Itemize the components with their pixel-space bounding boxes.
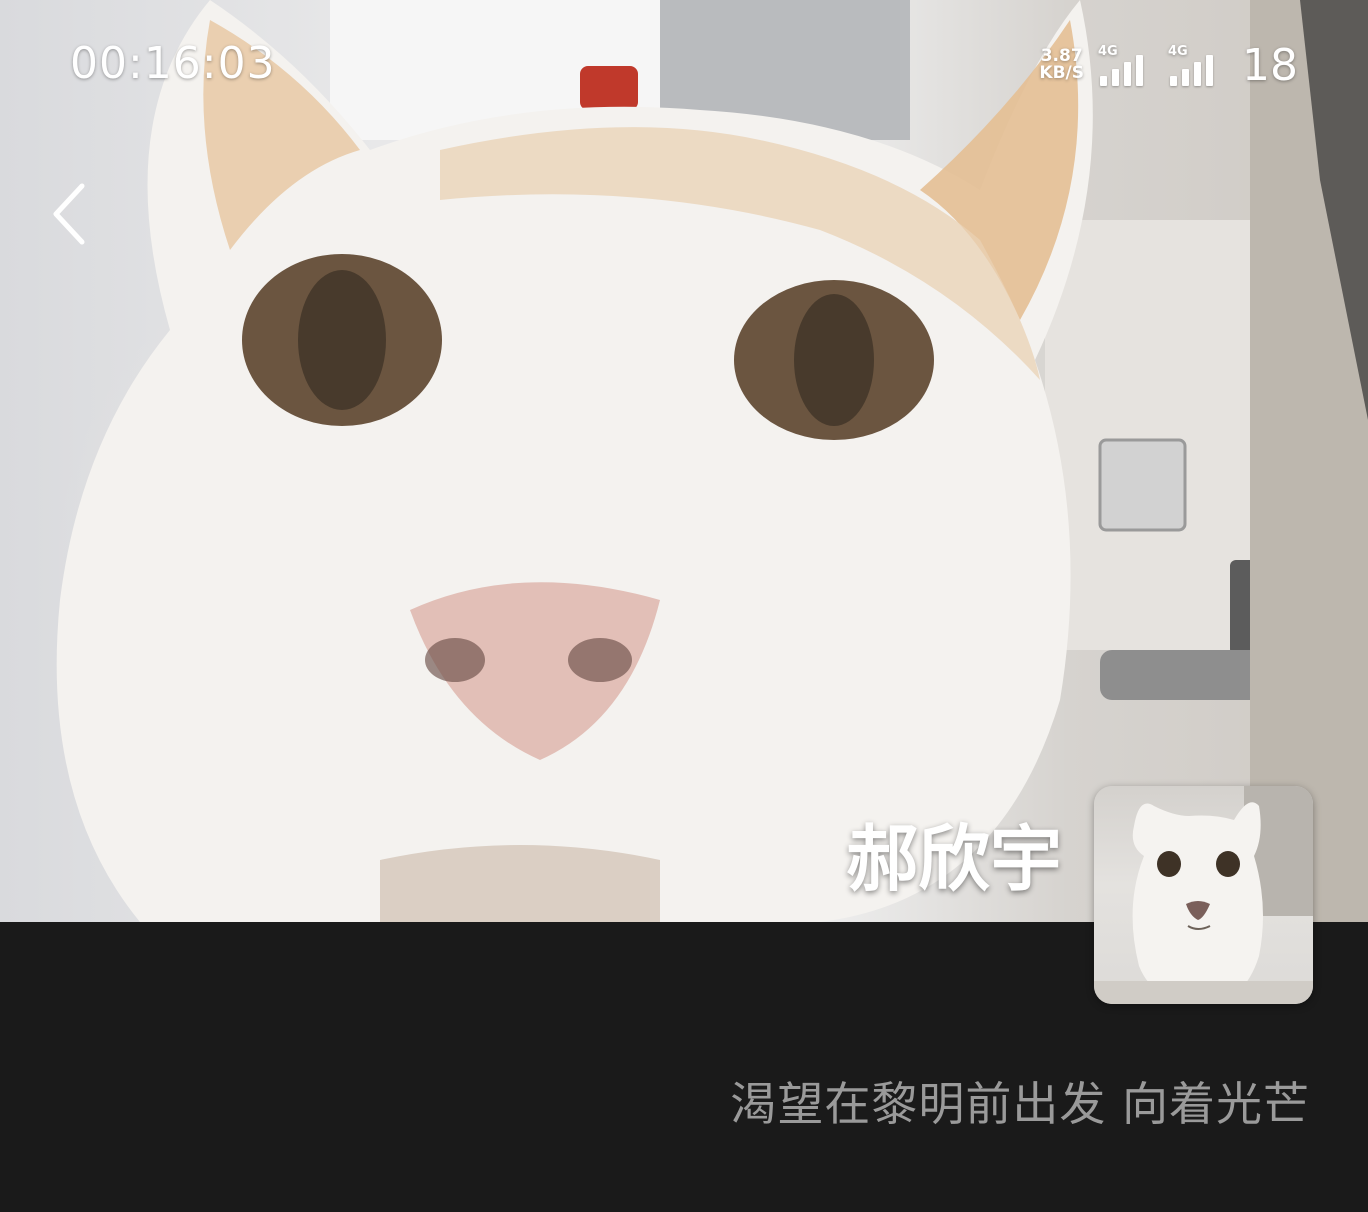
network-speed: 3.87 KB/S	[1039, 48, 1084, 82]
preview-cat-photo	[1094, 786, 1313, 1004]
back-button[interactable]	[44, 176, 104, 252]
cat-photo	[56, 0, 1368, 922]
scoop-shape	[1098, 438, 1187, 532]
local-video-preview[interactable]	[1094, 786, 1313, 1004]
status-time: 00:16:03	[70, 38, 276, 89]
network-speed-unit: KB/S	[1039, 63, 1084, 83]
red-magnet-shape	[580, 66, 638, 110]
chevron-left-icon	[53, 183, 85, 245]
caller-signature-text: 渴望在黎明前出发 向着光芒	[730, 1077, 1310, 1131]
mouth-shape	[380, 845, 660, 922]
sim1-signal-icon: 4G	[1098, 44, 1154, 86]
table-shape	[1045, 220, 1255, 650]
battery-level: 18	[1242, 39, 1298, 91]
caller-name: 郝欣宇	[845, 817, 1062, 901]
sim2-signal-icon: 4G	[1168, 44, 1224, 86]
status-bar-right: 3.87 KB/S 4G 4G 18	[1039, 39, 1298, 91]
remote-video-feed	[0, 0, 1368, 922]
